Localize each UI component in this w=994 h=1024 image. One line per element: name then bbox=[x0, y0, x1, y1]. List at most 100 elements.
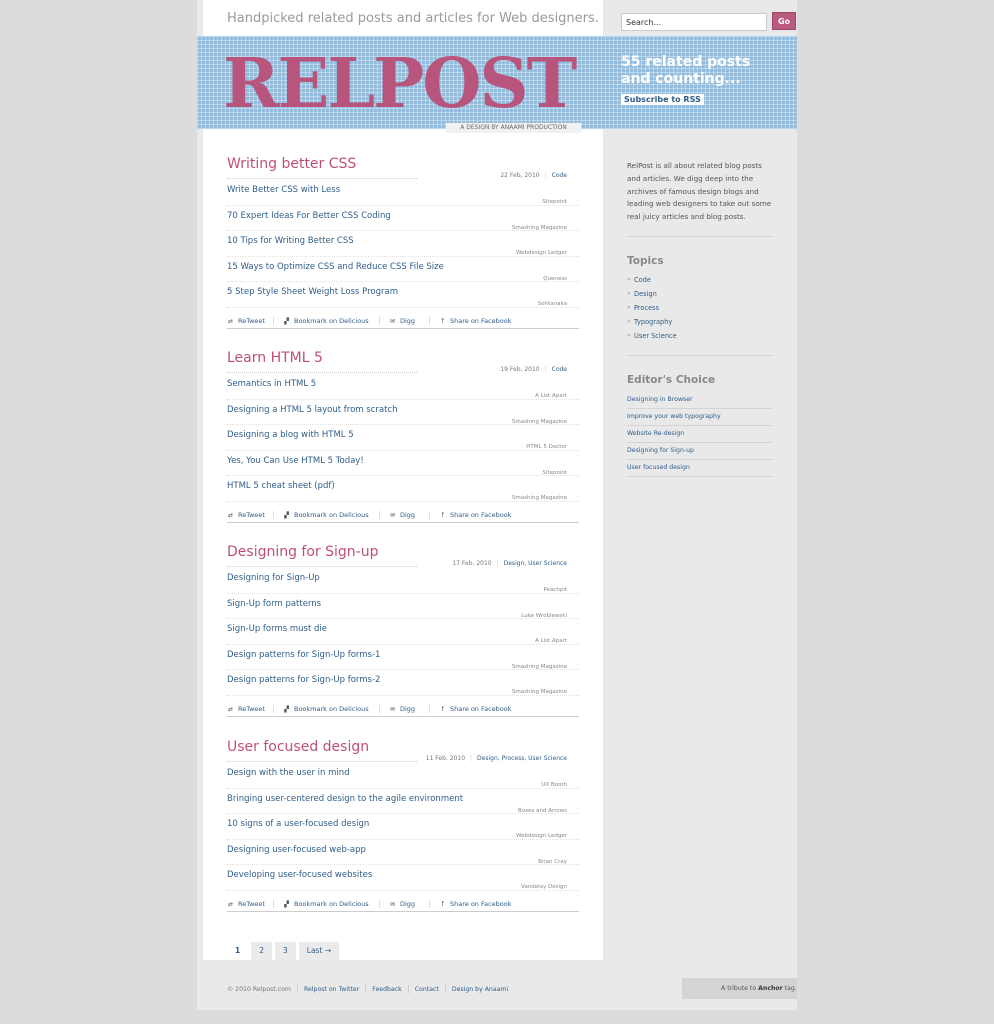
site-logo[interactable]: RELPOST bbox=[223, 44, 577, 124]
meta-separator: | bbox=[496, 560, 499, 567]
share-facebook-link[interactable]: f Share on Facebook bbox=[439, 511, 512, 519]
topic-item[interactable]: User Science bbox=[627, 329, 773, 343]
share-label: Digg bbox=[400, 900, 416, 908]
article-title[interactable]: Designing for Sign-up bbox=[227, 543, 579, 561]
digg-icon: ✉ bbox=[389, 900, 396, 908]
related-link-source: Smashing Magazine bbox=[511, 418, 567, 425]
article-categories[interactable]: Design, Process, User Science bbox=[477, 755, 567, 762]
article-categories[interactable]: Code bbox=[552, 172, 567, 179]
related-link-source: Luke Wroblewski bbox=[521, 612, 567, 619]
retweet-icon: ⇄ bbox=[227, 511, 234, 519]
related-link-title[interactable]: 70 Expert Ideas For Better CSS Coding bbox=[227, 211, 391, 221]
related-link-title[interactable]: Write Better CSS with Less bbox=[227, 185, 340, 195]
digg-link[interactable]: ✉ Digg bbox=[389, 705, 415, 713]
facebook-icon: f bbox=[441, 705, 444, 713]
topic-item[interactable]: Design bbox=[627, 287, 773, 301]
related-link-row: Designing a blog with HTML 5 HTML 5 Docto… bbox=[227, 425, 579, 451]
related-link-title[interactable]: Designing user-focused web-app bbox=[227, 845, 366, 855]
editors-choice-item[interactable]: Improve your web typography bbox=[627, 409, 773, 426]
related-link-title[interactable]: Designing a HTML 5 layout from scratch bbox=[227, 405, 397, 415]
article-categories[interactable]: Design, User Science bbox=[504, 560, 567, 567]
retweet-link[interactable]: ⇄ ReTweet bbox=[227, 317, 265, 325]
footer-separator bbox=[407, 985, 409, 993]
related-link-title[interactable]: 10 signs of a user-focused design bbox=[227, 819, 369, 829]
share-separator bbox=[379, 317, 380, 325]
search-input[interactable] bbox=[621, 13, 767, 31]
share-separator bbox=[273, 317, 274, 325]
article-date: 19 Feb, 2010 bbox=[500, 366, 540, 373]
footer-link[interactable]: Relpost on Twitter bbox=[304, 986, 359, 993]
share-facebook-link[interactable]: f Share on Facebook bbox=[439, 900, 511, 908]
sidebar: RelPost is all about related blog posts … bbox=[627, 160, 773, 477]
facebook-icon: f bbox=[441, 511, 444, 519]
digg-link[interactable]: ✉ Digg bbox=[389, 900, 415, 908]
editors-choice-item[interactable]: User focused design bbox=[627, 460, 773, 477]
related-link-source: Queness bbox=[543, 275, 567, 282]
article-title[interactable]: User focused design bbox=[227, 738, 579, 756]
article-block: User focused design 11 Feb, 2010 | Design, … bbox=[227, 738, 579, 914]
footer-link[interactable]: Feedback bbox=[372, 986, 401, 993]
share-separator bbox=[273, 705, 274, 713]
topics-heading: Topics bbox=[627, 254, 664, 267]
meta-separator: | bbox=[470, 755, 473, 762]
related-link-title[interactable]: Developing user-focused websites bbox=[227, 870, 372, 880]
related-link-title[interactable]: 10 Tips for Writing Better CSS bbox=[227, 236, 354, 246]
article-block: Learn HTML 5 19 Feb, 2010 | Code Semantics i… bbox=[227, 349, 579, 525]
related-link-title[interactable]: Designing for Sign-Up bbox=[227, 573, 320, 583]
bookmark-delicious-link[interactable]: ▞ Bookmark on Delicious bbox=[283, 705, 368, 713]
share-label: Share on Facebook bbox=[450, 511, 512, 519]
related-link-title[interactable]: Yes, You Can Use HTML 5 Today! bbox=[227, 456, 364, 466]
search-go-button[interactable]: Go bbox=[772, 12, 796, 30]
topic-item[interactable]: Code bbox=[627, 273, 773, 287]
related-link-title[interactable]: 15 Ways to Optimize CSS and Reduce CSS F… bbox=[227, 262, 444, 272]
related-link-row: 5 Step Style Sheet Weight Loss Program So… bbox=[227, 282, 579, 308]
retweet-link[interactable]: ⇄ ReTweet bbox=[227, 900, 265, 908]
footer-link[interactable]: Design by Anaami bbox=[452, 986, 508, 993]
footer-link[interactable]: Contact bbox=[415, 986, 439, 993]
related-link-source: Smashing Magazine bbox=[511, 495, 567, 501]
digg-icon: ✉ bbox=[389, 705, 396, 713]
title-divider bbox=[227, 566, 417, 567]
related-link-title[interactable]: HTML 5 cheat sheet (pdf) bbox=[227, 481, 335, 491]
digg-link[interactable]: ✉ Digg bbox=[389, 317, 415, 325]
digg-link[interactable]: ✉ Digg bbox=[389, 511, 415, 519]
copyright-text: © 2010 Relpost.com bbox=[227, 985, 291, 993]
digg-icon: ✉ bbox=[389, 317, 396, 325]
related-link-title[interactable]: Design patterns for Sign-Up forms-1 bbox=[227, 650, 380, 660]
related-link-title[interactable]: Sign-Up forms must die bbox=[227, 624, 327, 634]
related-link-title[interactable]: Design patterns for Sign-Up forms-2 bbox=[227, 675, 380, 685]
related-link-row: Design with the user in mind UX Booth bbox=[227, 763, 579, 789]
page-link-last[interactable]: Last → bbox=[298, 942, 340, 960]
share-separator bbox=[379, 511, 380, 519]
related-link-title[interactable]: 5 Step Style Sheet Weight Loss Program bbox=[227, 287, 398, 297]
related-link-row: Designing user-focused web-app Brian Cray bbox=[227, 840, 579, 865]
related-link-title[interactable]: Sign-Up form patterns bbox=[227, 599, 321, 609]
editors-choice-item[interactable]: Designing for Sign-up bbox=[627, 443, 773, 460]
editors-choice-item[interactable]: Website Re-design bbox=[627, 426, 773, 443]
share-facebook-link[interactable]: f Share on Facebook bbox=[439, 317, 511, 325]
topic-item[interactable]: Typography bbox=[627, 315, 773, 329]
article-meta: 22 Feb, 2010 | Code bbox=[500, 172, 567, 179]
related-link-title[interactable]: Designing a blog with HTML 5 bbox=[227, 430, 354, 440]
retweet-link[interactable]: ⇄ ReTweet bbox=[227, 511, 265, 519]
bookmark-delicious-link[interactable]: ▞ Bookmark on Delicious bbox=[283, 511, 368, 519]
article-title[interactable]: Learn HTML 5 bbox=[227, 349, 579, 367]
topic-item[interactable]: Process bbox=[627, 301, 773, 315]
related-link-row: Designing for Sign-Up Peachpit bbox=[227, 568, 579, 594]
editors-choice-item[interactable]: Designing in Browser bbox=[627, 392, 773, 409]
share-label: ReTweet bbox=[238, 511, 265, 519]
related-link-title[interactable]: Bringing user-centered design to the agi… bbox=[227, 794, 463, 804]
retweet-link[interactable]: ⇄ ReTweet bbox=[227, 705, 265, 713]
share-facebook-link[interactable]: f Share on Facebook bbox=[439, 705, 511, 713]
article-title[interactable]: Writing better CSS bbox=[227, 155, 579, 173]
page-link-3[interactable]: 3 bbox=[275, 942, 296, 960]
page-link-1[interactable]: 1 bbox=[227, 942, 249, 960]
related-link-title[interactable]: Design with the user in mind bbox=[227, 768, 350, 778]
page-link-2[interactable]: 2 bbox=[251, 942, 272, 960]
related-link-title[interactable]: Semantics in HTML 5 bbox=[227, 379, 316, 389]
bookmark-delicious-link[interactable]: ▞ Bookmark on Delicious bbox=[283, 900, 368, 908]
bookmark-delicious-link[interactable]: ▞ Bookmark on Delicious bbox=[283, 317, 368, 325]
subscribe-rss-link[interactable]: Subscribe to RSS bbox=[621, 94, 704, 105]
digg-icon: ✉ bbox=[389, 511, 396, 519]
article-categories[interactable]: Code bbox=[552, 366, 567, 373]
